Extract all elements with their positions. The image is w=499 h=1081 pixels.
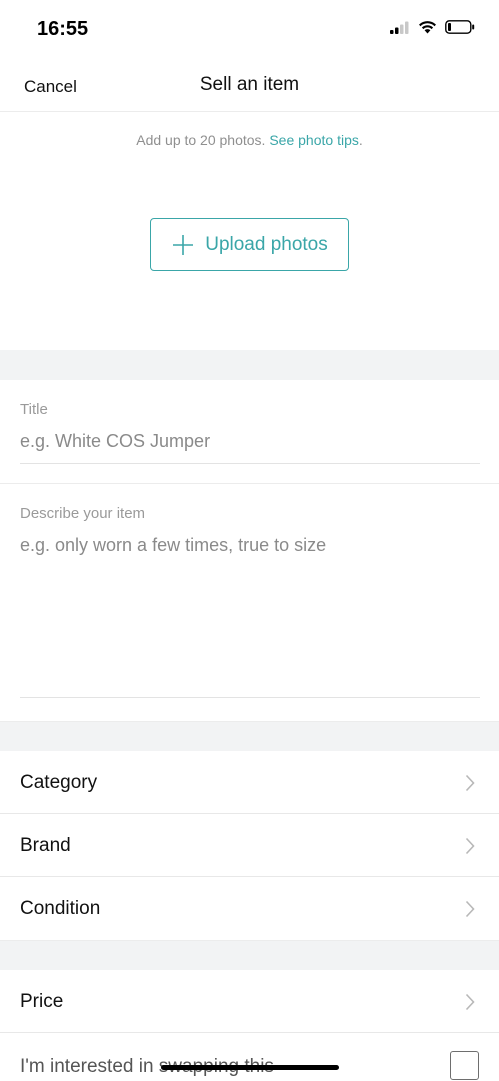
title-label: Title [20,401,48,418]
photos-section: Add up to 20 photos. See photo tips. Upl… [0,112,499,350]
description-field[interactable]: Describe your item e.g. only worn a few … [20,505,480,698]
price-label: Price [20,991,64,1012]
section-gap [0,721,499,751]
status-bar: 16:55 [0,0,499,60]
chevron-right-icon [465,993,475,1011]
nav-bar: Cancel Sell an item [0,60,499,112]
photos-hint-suffix: . [358,132,363,148]
status-time: 16:55 [37,18,89,40]
chevron-right-icon [465,837,475,855]
description-label: Describe your item [20,505,146,522]
plus-icon [173,234,194,255]
title-field[interactable]: Title e.g. White COS Jumper [20,401,480,464]
category-label: Category [20,772,98,793]
photos-hint-text: Add up to 20 photos. [136,132,270,148]
condition-row[interactable]: Condition [0,877,499,940]
description-underline [20,697,480,698]
section-gap [0,350,499,380]
status-icons [390,20,475,34]
chevron-right-icon [465,774,475,792]
photo-tips-link[interactable]: See photo tips [269,132,359,148]
home-indicator[interactable] [161,1065,339,1070]
battery-icon [445,20,475,34]
condition-label: Condition [20,898,101,919]
section-gap [0,940,499,970]
category-row[interactable]: Category [0,751,499,814]
brand-row[interactable]: Brand [0,814,499,877]
chevron-right-icon [465,900,475,918]
swap-checkbox[interactable] [450,1051,479,1080]
cellular-signal-icon [390,21,409,34]
swap-row[interactable]: I'm interested in swapping this [0,1033,499,1081]
description-input[interactable]: e.g. only worn a few times, true to size [20,535,480,556]
price-row[interactable]: Price [0,970,499,1033]
page-title: Sell an item [199,74,300,95]
upload-photos-label: Upload photos [205,233,328,255]
title-underline [20,463,480,464]
upload-photos-button[interactable]: Upload photos [150,218,349,271]
field-divider [0,483,499,484]
brand-label: Brand [20,835,71,856]
title-input[interactable]: e.g. White COS Jumper [20,431,480,452]
wifi-icon [419,21,436,34]
photos-hint: Add up to 20 photos. See photo tips. [0,132,499,148]
